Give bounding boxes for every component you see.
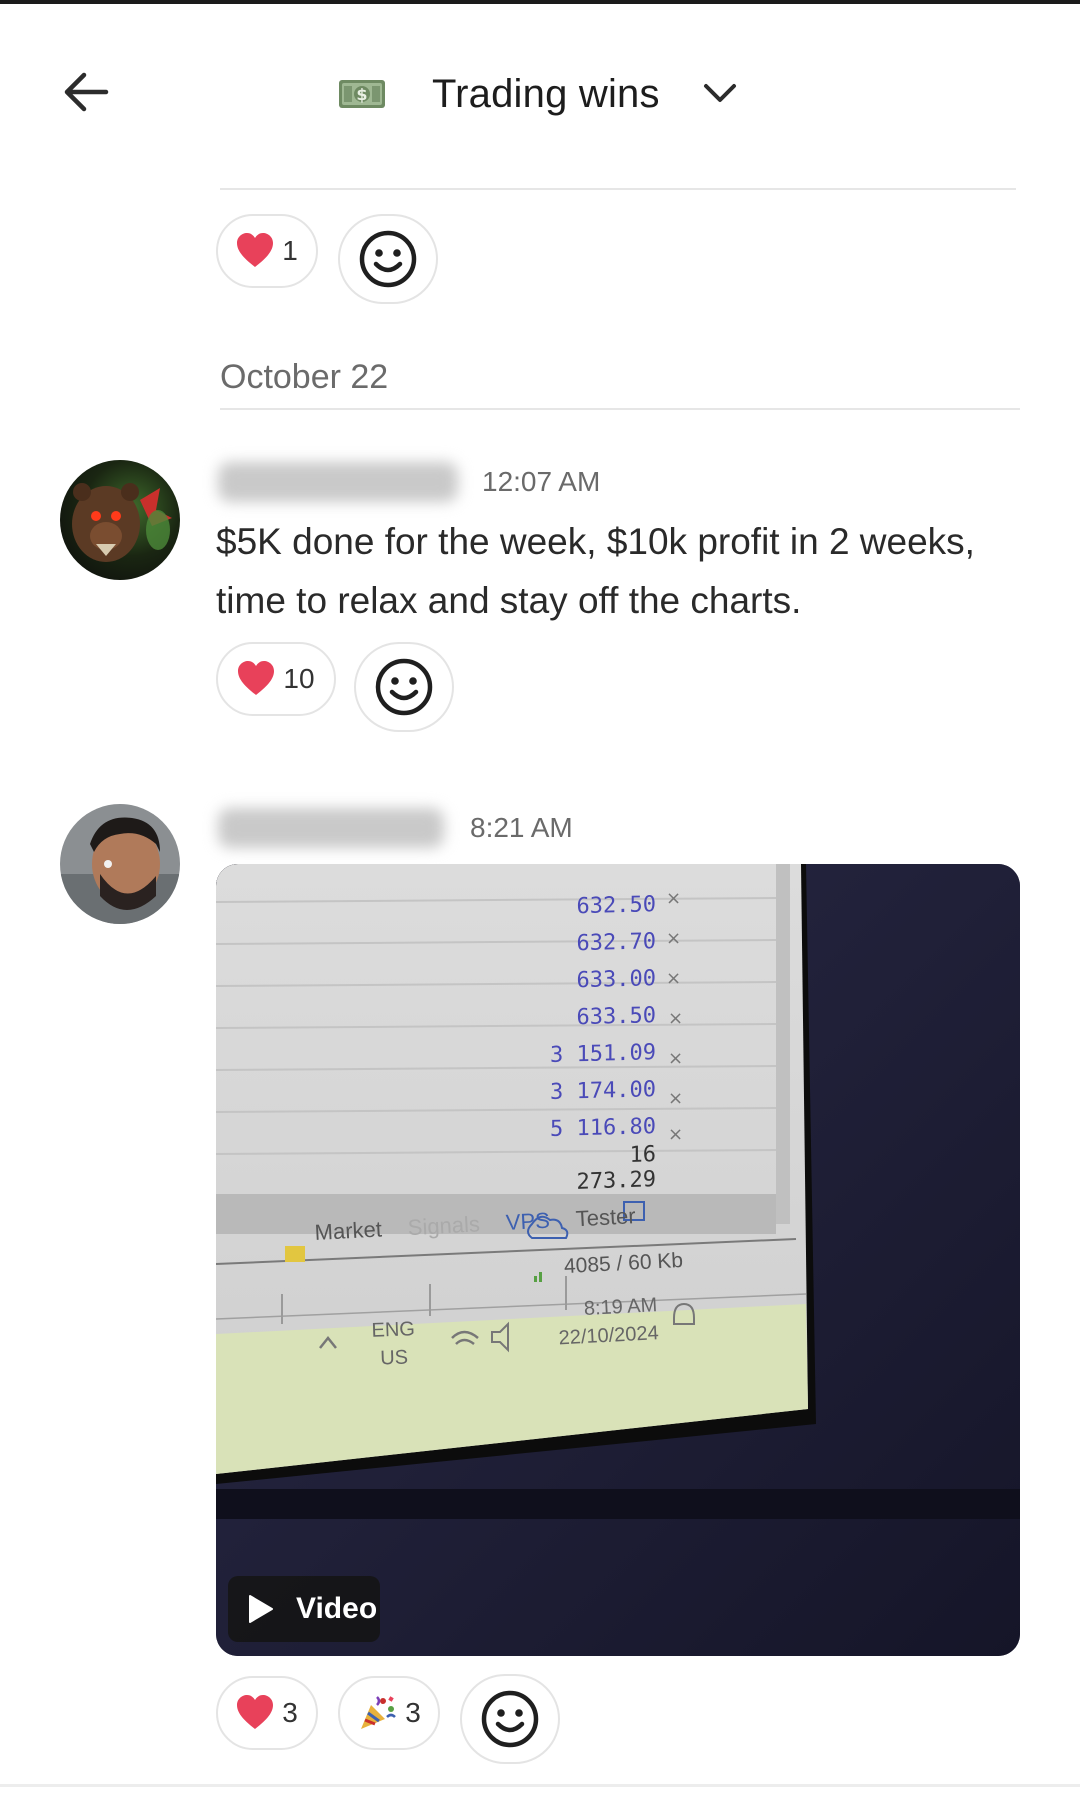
bottom-divider <box>0 1784 1080 1787</box>
svg-text:$: $ <box>356 85 367 104</box>
message-timestamp: 8:21 AM <box>470 812 573 843</box>
date-separator: October 22 <box>220 358 389 396</box>
add-reaction-button[interactable] <box>354 642 454 732</box>
screen-value: 633.50 <box>576 1003 656 1031</box>
reaction-party-chip[interactable]: 3 <box>338 1676 440 1750</box>
screen-lang: ENG <box>371 1318 416 1342</box>
svg-text:×: × <box>666 968 681 989</box>
heart-icon <box>237 1695 274 1729</box>
svg-text:×: × <box>666 928 681 949</box>
screen-tab: VPS <box>505 1207 551 1235</box>
svg-text:×: × <box>668 1048 683 1069</box>
video-badge[interactable]: Video <box>228 1576 380 1642</box>
svg-text:×: × <box>666 888 681 909</box>
svg-text:×: × <box>668 1088 683 1109</box>
screen-value: 3 174.00 <box>550 1077 656 1105</box>
video-badge-label: Video <box>296 1592 378 1625</box>
reaction-heart-chip[interactable]: 1 <box>216 214 318 288</box>
add-reaction-button[interactable] <box>460 1674 560 1764</box>
screen-tab: Signals <box>407 1211 481 1241</box>
screen-value: 632.50 <box>576 892 656 920</box>
back-arrow-icon <box>64 72 109 112</box>
sender-name-redacted[interactable] <box>218 462 458 502</box>
avatar[interactable] <box>60 804 180 924</box>
svg-text:×: × <box>668 1124 683 1145</box>
reaction-heart-chip[interactable]: 3 <box>216 1676 318 1750</box>
svg-text:×: × <box>668 1008 683 1029</box>
screen-value: 3 151.09 <box>550 1040 656 1068</box>
channel-title-button[interactable]: $ Trading wins <box>338 62 740 126</box>
message-text: $5K done for the week, $10k profit in 2 … <box>216 521 975 621</box>
screen-clock-date: 22/10/2024 <box>558 1322 660 1350</box>
party-popper-icon <box>361 1696 397 1729</box>
smiley-add-icon <box>481 1690 539 1748</box>
reaction-count: 3 <box>282 1697 298 1728</box>
screen-tab: Tester <box>575 1203 637 1232</box>
reaction-heart-chip[interactable]: 10 <box>216 642 336 716</box>
reaction-count: 10 <box>283 663 315 694</box>
screen-total: 16 273.29 <box>576 1142 656 1195</box>
chevron-down-icon[interactable] <box>700 74 740 114</box>
reaction-count: 3 <box>405 1697 421 1728</box>
heart-icon <box>238 661 275 695</box>
sender-name-redacted[interactable] <box>218 808 444 848</box>
avatar[interactable] <box>60 460 180 580</box>
screen-lang: US <box>379 1346 409 1370</box>
video-attachment[interactable]: × × × × × × × 632.50 632.70 633.00 633.50 3 1… <box>216 864 1020 1656</box>
play-icon <box>249 1595 273 1623</box>
post-divider <box>220 188 1016 190</box>
money-bill-icon: $ <box>339 80 385 108</box>
screen-tab: Market <box>314 1216 383 1245</box>
screen-value: 632.70 <box>576 929 656 957</box>
add-reaction-button[interactable] <box>338 214 438 304</box>
channel-title: Trading wins <box>432 71 660 116</box>
back-button[interactable] <box>50 56 122 128</box>
heart-icon <box>237 233 274 267</box>
screen-value: 633.00 <box>576 966 656 994</box>
channel-header: $ Trading wins <box>0 4 1080 174</box>
smiley-add-icon <box>375 658 433 716</box>
date-divider <box>220 408 1020 410</box>
message-timestamp: 12:07 AM <box>482 466 601 497</box>
smiley-add-icon <box>359 230 417 288</box>
reaction-count: 1 <box>282 235 298 266</box>
